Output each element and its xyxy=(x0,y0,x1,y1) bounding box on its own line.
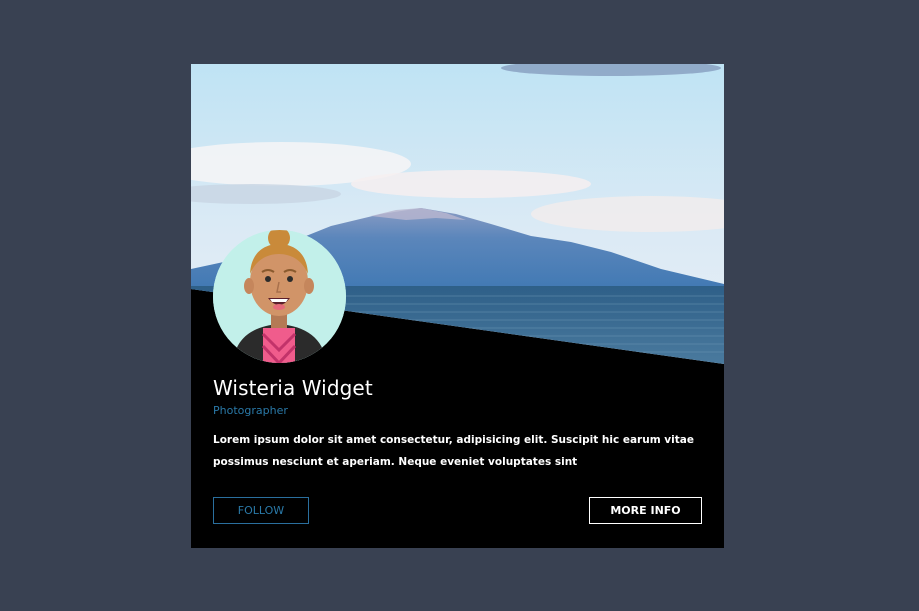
avatar xyxy=(213,230,346,363)
more-info-button[interactable]: MORE INFO xyxy=(589,497,702,524)
person-avatar-icon xyxy=(213,230,346,363)
follow-button[interactable]: FOLLOW xyxy=(213,497,309,524)
profile-name: Wisteria Widget xyxy=(213,376,373,400)
profile-role: Photographer xyxy=(213,404,288,417)
profile-card: Wisteria Widget Photographer Lorem ipsum… xyxy=(191,64,724,548)
profile-bio: Lorem ipsum dolor sit amet consectetur, … xyxy=(213,434,694,468)
